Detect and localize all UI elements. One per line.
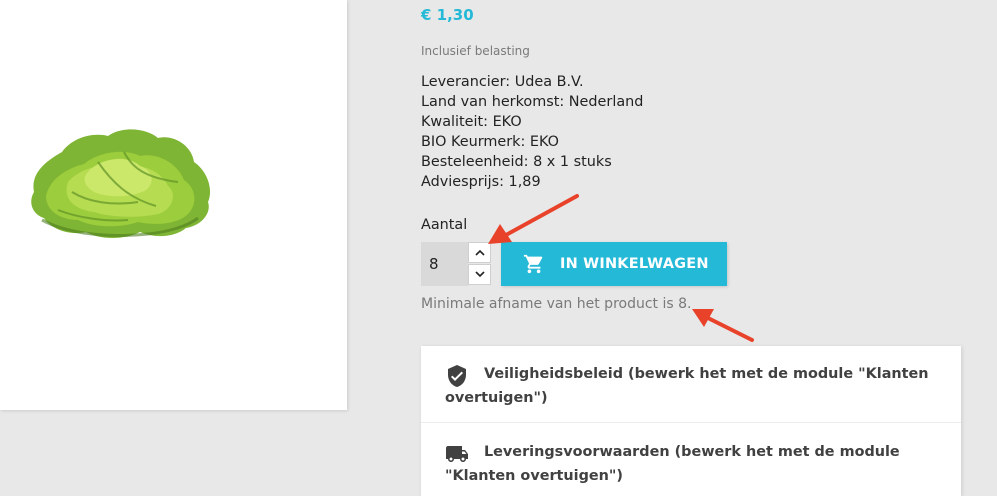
annotation-arrow-minimum — [692, 309, 754, 342]
annotation-arrows — [488, 194, 754, 342]
annotation-arrow-quantity — [488, 194, 579, 244]
